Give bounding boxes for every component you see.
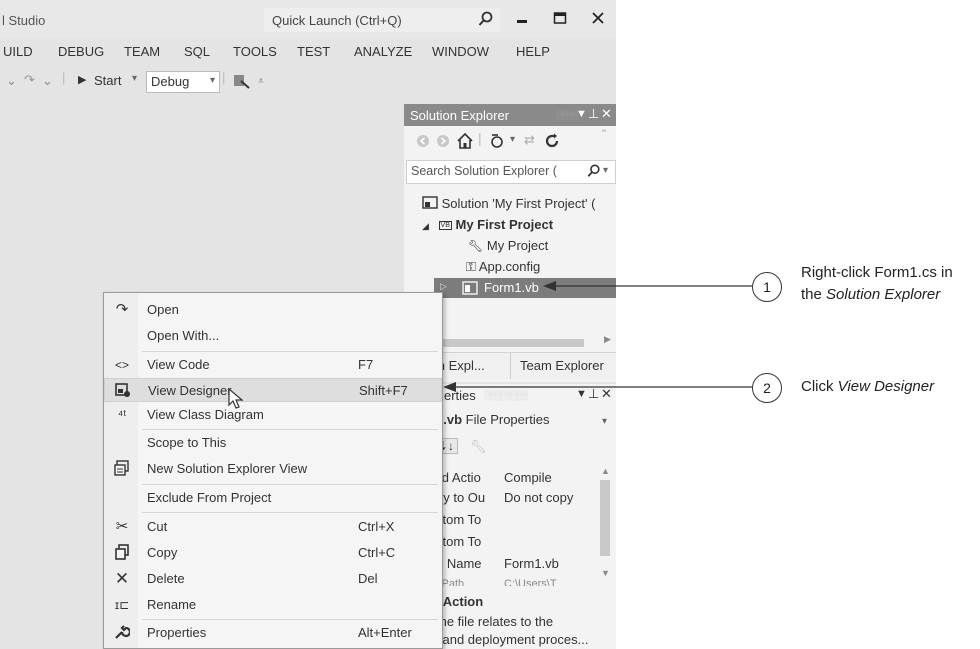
callout-lines — [443, 281, 752, 392]
callout-text-1-line1: Right-click Form1.cs in — [801, 264, 953, 281]
callout-text-1-line2: the Solution Explorer — [801, 286, 940, 303]
callout-badge-2: 2 — [752, 373, 782, 403]
callout-text-prefix: Click — [801, 378, 838, 395]
callout-text-2: Click View Designer — [801, 378, 934, 395]
callout-arrow-1 — [543, 281, 556, 291]
callout-text-prefix: the — [801, 286, 827, 303]
callout-text-emphasis: Solution Explorer — [826, 286, 941, 303]
callout-badge-1: 1 — [752, 272, 782, 302]
callout-arrow-2 — [443, 382, 456, 392]
callout-text-emphasis: View Designer — [837, 378, 935, 395]
